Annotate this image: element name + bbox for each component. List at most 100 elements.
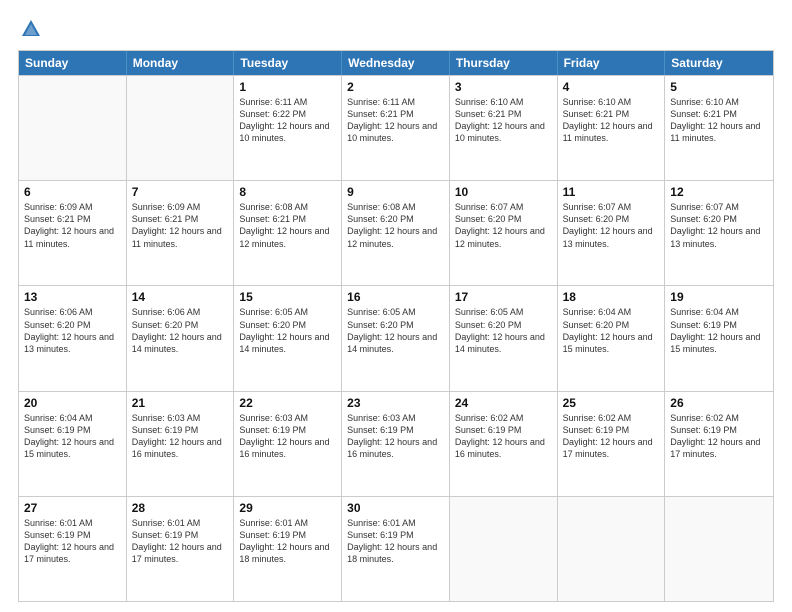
calendar-cell: 22 Sunrise: 6:03 AM Sunset: 6:19 PM Dayli… [234, 392, 342, 496]
calendar-cell: 25 Sunrise: 6:02 AM Sunset: 6:19 PM Dayli… [558, 392, 666, 496]
logo-icon [20, 18, 42, 40]
weekday-header: Thursday [450, 51, 558, 75]
cell-day-number: 16 [347, 290, 444, 304]
calendar-cell: 8 Sunrise: 6:08 AM Sunset: 6:21 PM Daylig… [234, 181, 342, 285]
calendar-cell: 12 Sunrise: 6:07 AM Sunset: 6:20 PM Dayli… [665, 181, 773, 285]
cell-day-number: 14 [132, 290, 229, 304]
calendar-cell: 30 Sunrise: 6:01 AM Sunset: 6:19 PM Dayli… [342, 497, 450, 601]
cell-day-number: 2 [347, 80, 444, 94]
calendar-cell: 21 Sunrise: 6:03 AM Sunset: 6:19 PM Dayli… [127, 392, 235, 496]
calendar-cell: 13 Sunrise: 6:06 AM Sunset: 6:20 PM Dayli… [19, 286, 127, 390]
calendar-cell: 19 Sunrise: 6:04 AM Sunset: 6:19 PM Dayli… [665, 286, 773, 390]
page-header [18, 18, 774, 40]
calendar-header-row: SundayMondayTuesdayWednesdayThursdayFrid… [19, 51, 773, 75]
cell-info: Sunrise: 6:05 AM Sunset: 6:20 PM Dayligh… [239, 306, 336, 355]
cell-day-number: 9 [347, 185, 444, 199]
weekday-header: Wednesday [342, 51, 450, 75]
cell-info: Sunrise: 6:05 AM Sunset: 6:20 PM Dayligh… [347, 306, 444, 355]
cell-day-number: 28 [132, 501, 229, 515]
cell-info: Sunrise: 6:05 AM Sunset: 6:20 PM Dayligh… [455, 306, 552, 355]
cell-info: Sunrise: 6:04 AM Sunset: 6:19 PM Dayligh… [24, 412, 121, 461]
calendar-cell [558, 497, 666, 601]
cell-info: Sunrise: 6:04 AM Sunset: 6:20 PM Dayligh… [563, 306, 660, 355]
cell-info: Sunrise: 6:07 AM Sunset: 6:20 PM Dayligh… [563, 201, 660, 250]
cell-info: Sunrise: 6:04 AM Sunset: 6:19 PM Dayligh… [670, 306, 768, 355]
cell-day-number: 23 [347, 396, 444, 410]
cell-day-number: 5 [670, 80, 768, 94]
cell-day-number: 8 [239, 185, 336, 199]
calendar-cell: 18 Sunrise: 6:04 AM Sunset: 6:20 PM Dayli… [558, 286, 666, 390]
cell-info: Sunrise: 6:02 AM Sunset: 6:19 PM Dayligh… [455, 412, 552, 461]
cell-info: Sunrise: 6:06 AM Sunset: 6:20 PM Dayligh… [24, 306, 121, 355]
calendar-body: 1Sunrise: 6:11 AM Sunset: 6:22 PM Daylig… [19, 75, 773, 601]
calendar-cell: 16 Sunrise: 6:05 AM Sunset: 6:20 PM Dayli… [342, 286, 450, 390]
calendar-cell: 4 Sunrise: 6:10 AM Sunset: 6:21 PM Daylig… [558, 76, 666, 180]
calendar-cell: 20 Sunrise: 6:04 AM Sunset: 6:19 PM Dayli… [19, 392, 127, 496]
weekday-header: Tuesday [234, 51, 342, 75]
cell-day-number: 12 [670, 185, 768, 199]
cell-info: Sunrise: 6:03 AM Sunset: 6:19 PM Dayligh… [239, 412, 336, 461]
cell-info: Sunrise: 6:02 AM Sunset: 6:19 PM Dayligh… [563, 412, 660, 461]
cell-day-number: 11 [563, 185, 660, 199]
calendar-cell: 23 Sunrise: 6:03 AM Sunset: 6:19 PM Dayli… [342, 392, 450, 496]
cell-info: Sunrise: 6:06 AM Sunset: 6:20 PM Dayligh… [132, 306, 229, 355]
calendar-cell [127, 76, 235, 180]
cell-info: Sunrise: 6:03 AM Sunset: 6:19 PM Dayligh… [347, 412, 444, 461]
calendar-cell: 9 Sunrise: 6:08 AM Sunset: 6:20 PM Daylig… [342, 181, 450, 285]
cell-day-number: 21 [132, 396, 229, 410]
cell-info: Sunrise: 6:11 AM Sunset: 6:22 PM Dayligh… [239, 96, 336, 145]
cell-info: Sunrise: 6:01 AM Sunset: 6:19 PM Dayligh… [347, 517, 444, 566]
cell-day-number: 30 [347, 501, 444, 515]
cell-day-number: 4 [563, 80, 660, 94]
cell-info: Sunrise: 6:01 AM Sunset: 6:19 PM Dayligh… [132, 517, 229, 566]
calendar-week: 13 Sunrise: 6:06 AM Sunset: 6:20 PM Dayli… [19, 285, 773, 390]
cell-day-number: 25 [563, 396, 660, 410]
cell-day-number: 20 [24, 396, 121, 410]
cell-day-number: 17 [455, 290, 552, 304]
cell-day-number: 15 [239, 290, 336, 304]
calendar-cell: 14 Sunrise: 6:06 AM Sunset: 6:20 PM Dayli… [127, 286, 235, 390]
cell-day-number: 13 [24, 290, 121, 304]
cell-day-number: 7 [132, 185, 229, 199]
cell-day-number: 26 [670, 396, 768, 410]
cell-info: Sunrise: 6:08 AM Sunset: 6:20 PM Dayligh… [347, 201, 444, 250]
cell-day-number: 18 [563, 290, 660, 304]
calendar-cell: 2 Sunrise: 6:11 AM Sunset: 6:21 PM Daylig… [342, 76, 450, 180]
cell-info: Sunrise: 6:10 AM Sunset: 6:21 PM Dayligh… [563, 96, 660, 145]
weekday-header: Saturday [665, 51, 773, 75]
cell-info: Sunrise: 6:01 AM Sunset: 6:19 PM Dayligh… [24, 517, 121, 566]
weekday-header: Friday [558, 51, 666, 75]
calendar-cell: 17 Sunrise: 6:05 AM Sunset: 6:20 PM Dayli… [450, 286, 558, 390]
cell-info: Sunrise: 6:03 AM Sunset: 6:19 PM Dayligh… [132, 412, 229, 461]
cell-info: Sunrise: 6:07 AM Sunset: 6:20 PM Dayligh… [455, 201, 552, 250]
calendar-cell: 10 Sunrise: 6:07 AM Sunset: 6:20 PM Dayli… [450, 181, 558, 285]
cell-day-number: 10 [455, 185, 552, 199]
calendar-cell: 24 Sunrise: 6:02 AM Sunset: 6:19 PM Dayli… [450, 392, 558, 496]
calendar-cell: 5 Sunrise: 6:10 AM Sunset: 6:21 PM Daylig… [665, 76, 773, 180]
calendar-cell: 3Sunrise: 6:10 AM Sunset: 6:21 PM Daylig… [450, 76, 558, 180]
calendar-cell [665, 497, 773, 601]
cell-info: Sunrise: 6:09 AM Sunset: 6:21 PM Dayligh… [24, 201, 121, 250]
calendar-cell: 1Sunrise: 6:11 AM Sunset: 6:22 PM Daylig… [234, 76, 342, 180]
cell-day-number: 6 [24, 185, 121, 199]
cell-info: Sunrise: 6:11 AM Sunset: 6:21 PM Dayligh… [347, 96, 444, 145]
cell-day-number: 24 [455, 396, 552, 410]
calendar-week: 27 Sunrise: 6:01 AM Sunset: 6:19 PM Dayli… [19, 496, 773, 601]
cell-info: Sunrise: 6:10 AM Sunset: 6:21 PM Dayligh… [670, 96, 768, 145]
weekday-header: Sunday [19, 51, 127, 75]
cell-day-number: 19 [670, 290, 768, 304]
calendar-cell: 11 Sunrise: 6:07 AM Sunset: 6:20 PM Dayli… [558, 181, 666, 285]
cell-day-number: 3 [455, 80, 552, 94]
cell-info: Sunrise: 6:01 AM Sunset: 6:19 PM Dayligh… [239, 517, 336, 566]
calendar-week: 6 Sunrise: 6:09 AM Sunset: 6:21 PM Daylig… [19, 180, 773, 285]
cell-info: Sunrise: 6:07 AM Sunset: 6:20 PM Dayligh… [670, 201, 768, 250]
cell-info: Sunrise: 6:02 AM Sunset: 6:19 PM Dayligh… [670, 412, 768, 461]
cell-info: Sunrise: 6:08 AM Sunset: 6:21 PM Dayligh… [239, 201, 336, 250]
calendar-cell: 28 Sunrise: 6:01 AM Sunset: 6:19 PM Dayli… [127, 497, 235, 601]
cell-info: Sunrise: 6:09 AM Sunset: 6:21 PM Dayligh… [132, 201, 229, 250]
calendar-cell [450, 497, 558, 601]
cell-day-number: 27 [24, 501, 121, 515]
calendar-cell: 26 Sunrise: 6:02 AM Sunset: 6:19 PM Dayli… [665, 392, 773, 496]
cell-day-number: 22 [239, 396, 336, 410]
calendar-cell: 29Sunrise: 6:01 AM Sunset: 6:19 PM Dayli… [234, 497, 342, 601]
